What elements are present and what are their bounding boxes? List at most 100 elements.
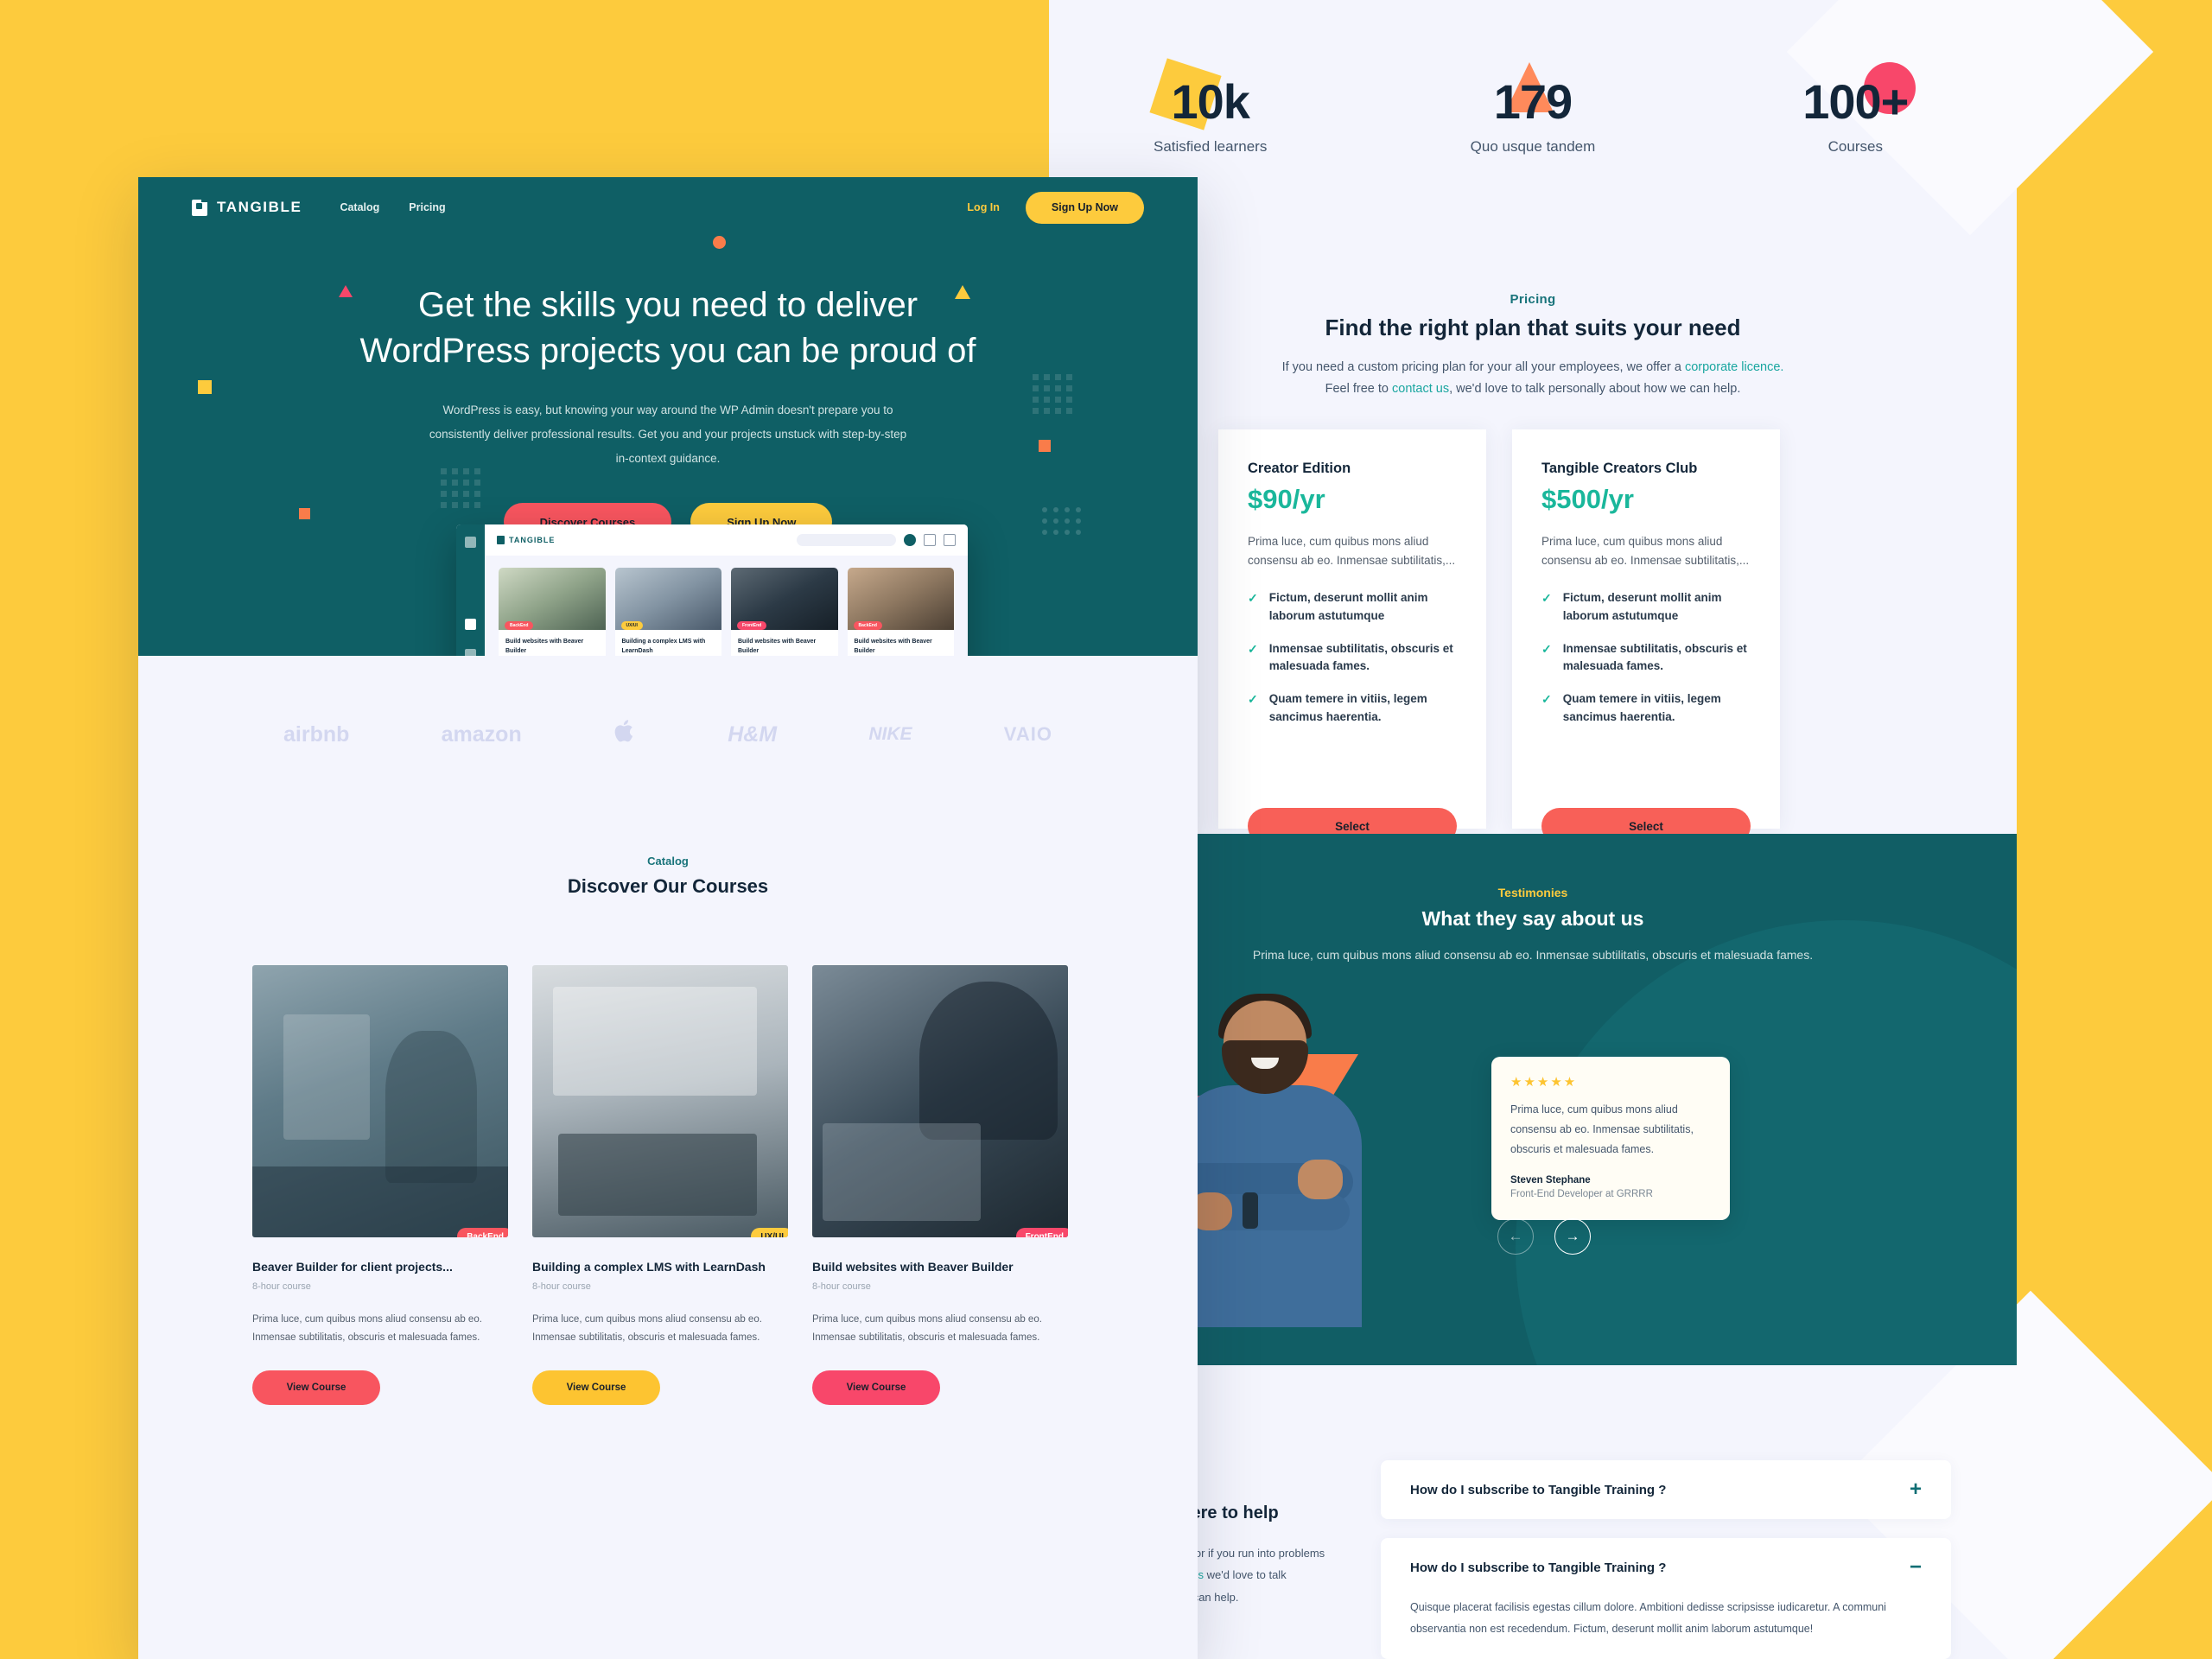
check-icon: ✓ — [1541, 590, 1552, 605]
course-image: BackEnd — [252, 965, 508, 1237]
course-meta: 8-hour course — [532, 1281, 591, 1292]
mockup-course-title: Build websites with Beaver Builder — [854, 639, 932, 654]
plan-feature-label: Fictum, deserunt mollit anim laborum ast… — [1562, 590, 1722, 622]
course-title: Beaver Builder for client projects... — [252, 1260, 453, 1274]
pricing-sub-text-1: If you need a custom pricing plan for yo… — [1281, 360, 1685, 374]
mockup-course-card[interactable]: BackEnd Build websites with Beaver Builde… — [499, 568, 606, 656]
contact-us-link[interactable]: contact us — [1392, 382, 1449, 396]
app-screenshot-mockup: TANGIBLE BackEnd Build websites with Beav… — [456, 524, 968, 656]
logo-apple-icon — [613, 718, 636, 751]
testimonial-person-photo — [1168, 994, 1367, 1327]
plan-feature: ✓ Fictum, deserunt mollit anim laborum as… — [1248, 589, 1457, 626]
login-link[interactable]: Log In — [967, 201, 1000, 213]
mockup-brand-name: TANGIBLE — [509, 536, 556, 544]
nav-item-catalog[interactable]: Catalog — [340, 201, 379, 213]
search-input[interactable] — [797, 534, 896, 546]
plan-price: $90/yr — [1248, 484, 1325, 514]
plan-feature-label: Quam temere in vitiis, legem sancimus ha… — [1562, 692, 1721, 724]
bell-icon[interactable] — [924, 534, 936, 546]
signup-button[interactable]: Sign Up Now — [1025, 191, 1144, 224]
badge-icon[interactable] — [465, 649, 476, 656]
plan-feature: ✓ Quam temere in vitiis, legem sancimus h… — [1248, 690, 1457, 727]
mockup-course-card[interactable]: UX/UI Building a complex LMS with LearnDa… — [614, 568, 721, 656]
search-icon[interactable] — [904, 534, 916, 546]
faq-question-row[interactable]: How do I subscribe to Tangible Training … — [1410, 1557, 1922, 1578]
nav-item-pricing[interactable]: Pricing — [409, 201, 445, 213]
tangible-logo-icon — [192, 196, 207, 216]
course-title: Building a complex LMS with LearnDash — [532, 1260, 766, 1274]
pricing-sub-text-3: , we'd love to talk personally about how… — [1449, 382, 1741, 397]
mockup-course-badge: UX/UI — [620, 621, 643, 630]
brand-name: TANGIBLE — [217, 199, 302, 215]
plan-feature-label: Quam temere in vitiis, legem sancimus ha… — [1268, 692, 1427, 724]
mockup-course-card[interactable]: BackEnd Build websites with Beaver Builde… — [847, 568, 954, 656]
stats-row: 10k Satisfied learners 179 Quo usque tan… — [1049, 58, 2017, 156]
pricing-sub-text-2: Feel free to — [1325, 382, 1392, 397]
faq-question-row[interactable]: How do I subscribe to Tangible Training … — [1410, 1479, 1922, 1500]
navbar: TANGIBLE Catalog Pricing Log In Sign Up … — [138, 177, 1198, 238]
brand-logo[interactable]: TANGIBLE — [192, 196, 302, 216]
corporate-licence-link[interactable]: corporate licence. — [1685, 360, 1783, 374]
catalog-title: Discover Our Courses — [567, 875, 769, 897]
stat-label: Quo usque tandem — [1470, 138, 1596, 155]
bag-icon[interactable] — [944, 534, 956, 546]
faq-item[interactable]: How do I subscribe to Tangible Training … — [1381, 1538, 1951, 1659]
stat-label: Courses — [1827, 138, 1883, 155]
stat-label: Satisfied learners — [1153, 138, 1268, 155]
hero-headline: Get the skills you need to deliver WordP… — [138, 283, 1198, 374]
stat-item: 100+ Courses — [1726, 62, 1985, 156]
arrow-right-icon[interactable]: → — [1554, 1218, 1591, 1255]
plan-feature-list: ✓ Fictum, deserunt mollit anim laborum as… — [1541, 589, 1751, 742]
testimonial-role: Front-End Developer at GRRRR — [1510, 1189, 1653, 1200]
testimonial-quote: Prima luce, cum quibus mons aliud consen… — [1510, 1103, 1694, 1156]
testimonial-author: Steven Stephane — [1510, 1175, 1591, 1186]
pricing-card-creator: Creator Edition $90/yr Prima luce, cum q… — [1218, 429, 1486, 844]
plus-icon[interactable]: + — [1910, 1479, 1922, 1500]
course-card[interactable]: FrontEnd Build websites with Beaver Buil… — [812, 965, 1068, 1405]
course-card[interactable]: BackEnd Beaver Builder for client projec… — [252, 965, 508, 1405]
course-meta: 8-hour course — [252, 1281, 311, 1292]
plan-feature-label: Inmensae subtilitatis, obscuris et males… — [1268, 641, 1453, 673]
course-description: Prima luce, cum quibus mons aliud consen… — [252, 1314, 482, 1344]
course-badge: BackEnd — [457, 1228, 508, 1237]
minus-icon[interactable]: − — [1910, 1557, 1922, 1578]
view-course-button[interactable]: View Course — [252, 1370, 380, 1405]
hero-section: TANGIBLE Catalog Pricing Log In Sign Up … — [138, 177, 1198, 656]
stat-item: 10k Satisfied learners — [1081, 58, 1340, 156]
dashboard-icon[interactable] — [465, 619, 476, 630]
stat-item: 179 Quo usque tandem — [1403, 62, 1662, 156]
brand-logo-strip: airbnb amazon H&M NIKE VAIO — [138, 656, 1198, 751]
logo-nike: NIKE — [868, 724, 912, 744]
plan-description: Prima luce, cum quibus mons aliud consen… — [1248, 535, 1456, 567]
stat-value: 10k — [1171, 74, 1249, 129]
testimonial-carousel-nav: ← → — [1497, 1218, 1591, 1255]
course-badge: FrontEnd — [1015, 1228, 1068, 1237]
arrow-left-icon[interactable]: ← — [1497, 1218, 1534, 1255]
stat-value: 179 — [1493, 74, 1573, 129]
mockup-content: BackEnd Build websites with Beaver Builde… — [485, 556, 968, 656]
faq-item[interactable]: How do I subscribe to Tangible Training … — [1381, 1460, 1951, 1519]
view-course-button[interactable]: View Course — [532, 1370, 660, 1405]
faq-question: How do I subscribe to Tangible Training … — [1410, 1560, 1667, 1575]
mockup-brand: TANGIBLE — [497, 536, 555, 544]
course-card[interactable]: UX/UI Building a complex LMS with LearnD… — [532, 965, 788, 1405]
star-rating-icon: ★★★★★ — [1510, 1075, 1578, 1090]
course-description: Prima luce, cum quibus mons aliud consen… — [812, 1314, 1042, 1344]
mockup-course-badge: BackEnd — [505, 621, 534, 630]
mockup-course-title: Build websites with Beaver Builder — [505, 639, 584, 654]
plan-feature: ✓ Inmensae subtilitatis, obscuris et male… — [1248, 640, 1457, 677]
plan-name: Tangible Creators Club — [1541, 461, 1698, 476]
hamburger-menu-icon[interactable] — [465, 537, 476, 548]
plan-feature-list: ✓ Fictum, deserunt mollit anim laborum as… — [1248, 589, 1457, 742]
check-icon: ✓ — [1248, 692, 1258, 707]
mockup-course-badge: BackEnd — [853, 621, 882, 630]
logo-vaio: VAIO — [1003, 723, 1052, 745]
mockup-course-title: Build websites with Beaver Builder — [738, 639, 817, 654]
course-badge: UX/UI — [751, 1228, 788, 1237]
logo-amazon: amazon — [441, 721, 522, 747]
faq-question: How do I subscribe to Tangible Training … — [1410, 1482, 1667, 1497]
logo-airbnb: airbnb — [283, 721, 350, 747]
mockup-course-card[interactable]: FrontEnd Build websites with Beaver Build… — [731, 568, 838, 656]
view-course-button[interactable]: View Course — [812, 1370, 940, 1405]
plan-feature: ✓ Inmensae subtilitatis, obscuris et male… — [1541, 640, 1751, 677]
